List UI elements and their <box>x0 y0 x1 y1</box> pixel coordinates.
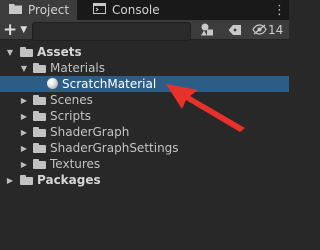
tree-item-materials[interactable]: ▼ Materials <box>0 60 289 76</box>
folder-icon <box>33 111 46 121</box>
tree-item-label: ScratchMaterial <box>62 77 157 91</box>
hidden-packages-count: 14 <box>268 22 284 37</box>
tree-item-label: ShaderGraph <box>50 125 130 139</box>
tab-project[interactable]: Project <box>0 0 77 20</box>
chevron-right-icon[interactable]: ▶ <box>19 160 29 169</box>
folder-icon <box>33 159 46 169</box>
material-sphere-icon <box>47 78 58 89</box>
folder-icon <box>20 175 33 185</box>
chevron-right-icon[interactable]: ▶ <box>5 176 15 185</box>
folder-icon <box>33 63 46 73</box>
tree-item-label: Scenes <box>50 93 93 107</box>
tree-item-label: ShaderGraphSettings <box>50 141 179 155</box>
more-options-icon[interactable]: ⋮ <box>270 0 289 20</box>
folder-icon <box>33 127 46 137</box>
annotation-arrow-icon <box>166 84 245 132</box>
chevron-down-icon[interactable]: ▼ <box>5 48 15 57</box>
tab-console[interactable]: Console <box>84 0 194 20</box>
console-icon <box>93 3 106 17</box>
add-button-label: + <box>3 19 18 40</box>
chevron-right-icon[interactable]: ▶ <box>19 96 29 105</box>
tree-item-label: Assets <box>37 45 82 59</box>
hidden-packages-eye-icon[interactable] <box>250 20 268 39</box>
tree-item-textures[interactable]: ▶ Textures <box>0 156 289 172</box>
folder-icon <box>9 3 22 17</box>
label-tag-icon[interactable] <box>224 20 246 39</box>
tree-item-label: Materials <box>50 61 106 75</box>
chevron-right-icon[interactable]: ▶ <box>19 112 29 121</box>
tree-item-label: Scripts <box>50 109 92 123</box>
tab-console-label: Console <box>112 3 160 17</box>
folder-icon <box>33 95 46 105</box>
search-by-type-icon[interactable] <box>196 20 218 39</box>
tree-item-packages[interactable]: ▶ Packages <box>0 172 289 188</box>
folder-icon <box>20 47 33 57</box>
chevron-right-icon[interactable]: ▶ <box>19 144 29 153</box>
tree-item-shadergraphsettings[interactable]: ▶ ShaderGraphSettings <box>0 140 289 156</box>
search-input[interactable] <box>32 22 191 41</box>
tree-item-label: Packages <box>37 173 101 187</box>
chevron-down-icon: ▼ <box>20 24 28 35</box>
tree-item-assets[interactable]: ▼ Assets <box>0 44 289 60</box>
tree-item-label: Textures <box>50 157 101 171</box>
folder-icon <box>33 143 46 153</box>
chevron-right-icon[interactable]: ▶ <box>19 128 29 137</box>
chevron-down-icon[interactable]: ▼ <box>19 64 29 73</box>
add-button[interactable]: + ▼ <box>3 19 29 40</box>
tab-project-label: Project <box>28 3 70 17</box>
